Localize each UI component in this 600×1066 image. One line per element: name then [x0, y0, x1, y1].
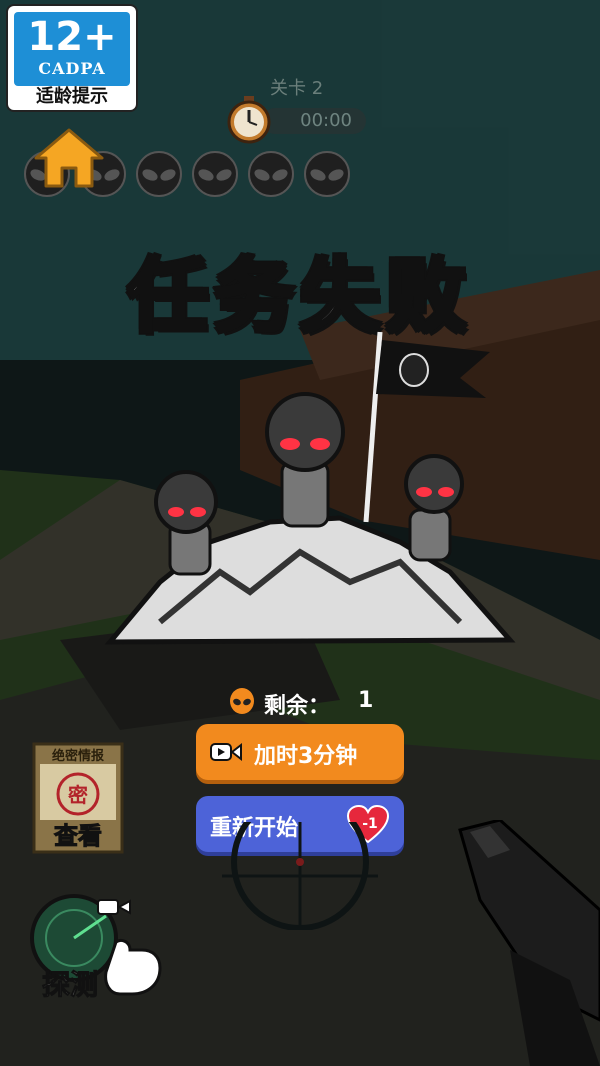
home-button[interactable] [34, 128, 104, 188]
radar-label: 探测 [42, 968, 98, 1001]
aliens-on-rock-illustration [104, 331, 516, 645]
add-time-label: 加时3分钟 [254, 744, 358, 769]
secret-intel-card[interactable]: 绝密情报 密 查看 [32, 742, 124, 854]
secret-view-label: 查看 [54, 822, 102, 850]
alien-head-icon [304, 151, 350, 197]
alien-head-icon [136, 151, 182, 197]
alien-icon [230, 688, 254, 714]
add-time-button[interactable]: 加时3分钟 [196, 724, 404, 780]
age-rating-tip: 适龄提示 [36, 86, 108, 107]
age-rating-number: 12+ [27, 14, 117, 60]
remaining-label: 剩余： [264, 694, 331, 719]
radar-detect-button[interactable]: 探测 [26, 892, 166, 1002]
timer-display: 00:00 [262, 108, 366, 134]
secret-card-header: 绝密情报 [52, 748, 105, 764]
age-rating-org: CADPA [38, 59, 106, 78]
alien-head-icon [192, 151, 238, 197]
crosshair-icon [222, 822, 378, 930]
video-camera-icon [210, 742, 242, 762]
level-label: 关卡 2 [270, 78, 324, 99]
age-rating-badge: 12+ CADPA 适龄提示 [8, 6, 136, 110]
secret-stamp: 密 [68, 783, 88, 807]
stopwatch-icon [227, 96, 271, 144]
pistol-weapon [458, 820, 600, 1066]
remaining-value: 1 [358, 688, 374, 713]
alien-head-icon [248, 151, 294, 197]
